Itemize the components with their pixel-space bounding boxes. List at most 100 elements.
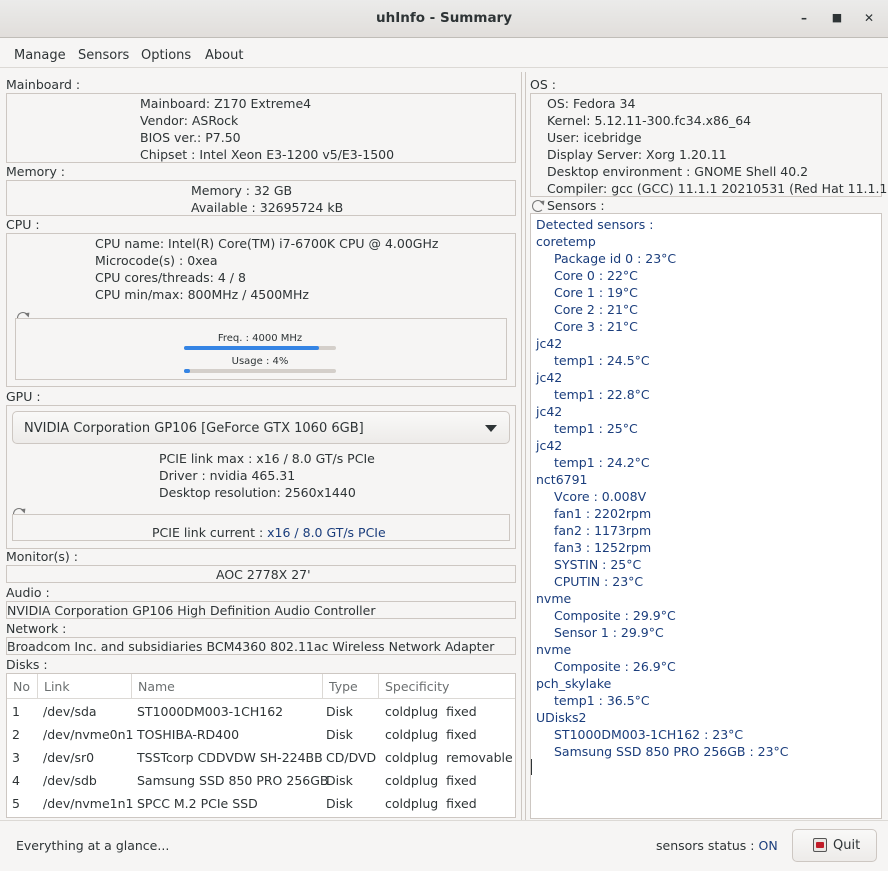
freq-label: Freq. : 4000 MHz — [217, 333, 303, 344]
memory-panel: Memory : 32 GB Available : 32695724 kB — [6, 180, 516, 216]
window-title: uhInfo - Summary — [375, 10, 513, 26]
disk-no: 3 — [12, 750, 20, 765]
quit-button[interactable]: Quit — [792, 829, 877, 862]
disk-no: 5 — [12, 796, 20, 811]
cpu-line: CPU min/max: 800MHz / 4500MHz — [95, 287, 309, 302]
mainboard-line: Chipset : Intel Xeon E3-1200 v5/E3-1500 — [140, 147, 395, 162]
pane-separator-edge — [525, 72, 526, 820]
disk-type: Disk — [326, 796, 353, 811]
sensor-group: pch_skylake — [536, 676, 612, 691]
sensor-reading: Composite : 26.9°C — [554, 659, 676, 674]
os-label: OS : — [530, 77, 556, 92]
gpu-line: Driver : nvidia 465.31 — [159, 468, 296, 483]
sensor-reading: temp1 : 36.5°C — [554, 693, 650, 708]
disk-specificity: coldplug fixed — [385, 773, 477, 788]
audio-panel: NVIDIA Corporation GP106 High Definition… — [6, 601, 516, 619]
network-label: Network : — [6, 621, 67, 636]
disk-specificity: coldplug removable — [385, 750, 513, 765]
sensor-reading: temp1 : 25°C — [554, 421, 638, 436]
network-panel: Broadcom Inc. and subsidiaries BCM4360 8… — [6, 637, 516, 655]
cpu-line: CPU name: Intel(R) Core(TM) i7-6700K CPU… — [95, 236, 439, 251]
sensor-reading: Core 3 : 21°C — [554, 319, 638, 334]
sensor-reading: temp1 : 22.8°C — [554, 387, 650, 402]
menu-about[interactable]: About — [205, 48, 243, 63]
disk-type: CD/DVD — [326, 750, 377, 765]
os-line: User: icebridge — [547, 130, 642, 145]
gpu-line: Desktop resolution: 2560x1440 — [159, 485, 356, 500]
sensor-group: Detected sensors : — [536, 217, 654, 232]
column-header-type[interactable]: Type — [323, 674, 379, 699]
pane-separator[interactable] — [521, 72, 522, 820]
gpu-select-value: NVIDIA Corporation GP106 [GeForce GTX 10… — [24, 421, 364, 436]
pcie-current-label: PCIE link current : — [152, 525, 268, 540]
disk-type: Disk — [326, 704, 353, 719]
close-icon[interactable]: ✕ — [861, 10, 877, 26]
disk-name: ST1000DM003-1CH162 — [137, 704, 284, 719]
sensors-status-label: sensors status : — [656, 838, 759, 853]
network-value: Broadcom Inc. and subsidiaries BCM4360 8… — [7, 639, 495, 654]
sensor-reading: ST1000DM003-1CH162 : 23°C — [554, 727, 744, 742]
mainboard-label: Mainboard : — [6, 77, 81, 92]
sensors-refresh-icon[interactable] — [532, 200, 544, 212]
os-line: Compiler: gcc (GCC) 11.1.1 20210531 (Red… — [547, 181, 888, 196]
maximize-icon[interactable]: ■ — [829, 10, 845, 26]
mainboard-line: Vendor: ASRock — [140, 113, 239, 128]
memory-line: Memory : 32 GB — [191, 183, 293, 198]
sensor-reading: fan3 : 1252rpm — [554, 540, 652, 555]
menu-sensors[interactable]: Sensors — [78, 48, 129, 63]
cpu-label: CPU : — [6, 217, 40, 232]
monitors-label: Monitor(s) : — [6, 549, 78, 564]
mainboard-panel: Mainboard: Z170 Extreme4 Vendor: ASRock … — [6, 93, 516, 163]
pcie-current-panel: PCIE link current : x16 / 8.0 GT/s PCIe — [12, 514, 510, 541]
chevron-down-icon — [485, 425, 497, 432]
status-message: Everything at a glance... — [16, 838, 170, 853]
sensor-reading: Package id 0 : 23°C — [554, 251, 677, 266]
disks-table: No Link Name Type Specificity 1 /dev/sda… — [6, 673, 516, 818]
disk-name: TSSTcorp CDDVDW SH-224BB — [137, 750, 323, 765]
gpu-select[interactable]: NVIDIA Corporation GP106 [GeForce GTX 10… — [12, 411, 510, 444]
sensor-reading: fan1 : 2202rpm — [554, 506, 652, 521]
sensors-status: sensors status : ON — [656, 838, 778, 853]
sensor-group: nvme — [536, 591, 572, 606]
mainboard-line: Mainboard: Z170 Extreme4 — [140, 96, 312, 111]
freq-bar-fill — [184, 346, 320, 350]
sensor-reading: CPUTIN : 23°C — [554, 574, 644, 589]
column-header-link[interactable]: Link — [38, 674, 132, 699]
disk-no: 4 — [12, 773, 20, 788]
sensor-group: nvme — [536, 642, 572, 657]
disk-link: /dev/sdb — [43, 773, 97, 788]
sensors-label: Sensors : — [547, 198, 605, 213]
title-bar: uhInfo - Summary – ■ ✕ — [0, 0, 888, 38]
sensor-reading: Sensor 1 : 29.9°C — [554, 625, 664, 640]
menu-options[interactable]: Options — [141, 48, 191, 63]
minimize-icon[interactable]: – — [796, 10, 812, 26]
status-bar: Everything at a glance... sensors status… — [0, 820, 888, 871]
disk-specificity: coldplug fixed — [385, 727, 477, 742]
os-line: OS: Fedora 34 — [547, 96, 636, 111]
column-header-no[interactable]: No — [7, 674, 38, 699]
column-header-name[interactable]: Name — [132, 674, 323, 699]
cpu-line: Microcode(s) : 0xea — [95, 253, 218, 268]
sensor-group: coretemp — [536, 234, 596, 249]
disk-link: /dev/nvme1n1 — [43, 796, 134, 811]
disk-type: Disk — [326, 773, 353, 788]
audio-value: NVIDIA Corporation GP106 High Definition… — [7, 603, 376, 618]
os-line: Kernel: 5.12.11-300.fc34.x86_64 — [547, 113, 752, 128]
disk-link: /dev/sr0 — [43, 750, 95, 765]
column-header-specificity[interactable]: Specificity — [379, 674, 515, 699]
exit-icon — [813, 838, 827, 852]
os-line: Display Server: Xorg 1.20.11 — [547, 147, 727, 162]
pcie-current-value: x16 / 8.0 GT/s PCIe — [267, 525, 386, 540]
menu-manage[interactable]: Manage — [14, 48, 66, 63]
sensor-reading: Core 1 : 19°C — [554, 285, 638, 300]
usage-label: Usage : 4% — [231, 356, 289, 367]
text-cursor — [531, 759, 532, 775]
sensor-group: jc42 — [536, 404, 563, 419]
quit-button-label: Quit — [833, 838, 861, 853]
monitor-value: AOC 2778X 27' — [216, 567, 311, 582]
sensor-group: jc42 — [536, 370, 563, 385]
disk-link: /dev/sda — [43, 704, 97, 719]
disks-label: Disks : — [6, 657, 48, 672]
usage-bar-fill — [184, 369, 191, 373]
sensor-reading: Core 2 : 21°C — [554, 302, 638, 317]
